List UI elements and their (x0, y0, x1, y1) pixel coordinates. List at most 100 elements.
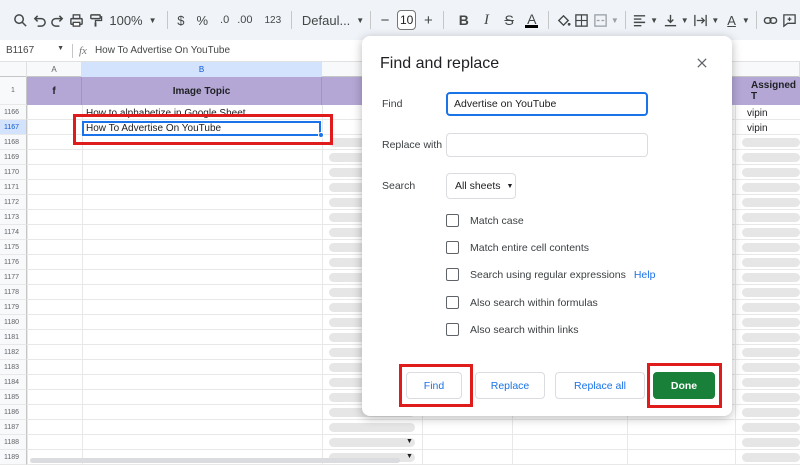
dropdown-caret-icon[interactable]: ▼ (406, 438, 413, 445)
row-header[interactable]: 1180 (0, 315, 27, 330)
dropdown-caret-icon[interactable]: ▼ (406, 453, 413, 460)
dropdown-chip[interactable] (742, 453, 800, 462)
dropdown-chip[interactable] (742, 393, 800, 402)
header-cell-assigned[interactable]: Assigned T (735, 77, 800, 105)
row-header[interactable]: 1172 (0, 195, 27, 210)
match-entire-cell-checkbox[interactable] (446, 241, 459, 254)
row-header[interactable]: 1169 (0, 150, 27, 165)
header-cell-image-topic[interactable]: Image Topic (82, 77, 322, 105)
replace-button[interactable]: Replace (475, 372, 545, 399)
number-format-button[interactable]: 123 (261, 7, 286, 33)
dropdown-chip[interactable] (742, 258, 800, 267)
dropdown-chip[interactable] (742, 348, 800, 357)
redo-button[interactable] (49, 7, 66, 33)
row-header[interactable]: 1188 (0, 435, 27, 450)
dropdown-chip[interactable] (742, 303, 800, 312)
row-header[interactable]: 1177 (0, 270, 27, 285)
search-links-checkbox[interactable] (446, 323, 459, 336)
row-header[interactable]: 1189 (0, 450, 27, 465)
strikethrough-button[interactable]: S (501, 7, 518, 33)
dropdown-chip[interactable] (742, 228, 800, 237)
select-all-corner[interactable] (0, 62, 27, 77)
search-links-option[interactable]: Also search within links (446, 323, 579, 336)
dropdown-chip[interactable] (329, 423, 415, 432)
dropdown-chip[interactable] (742, 243, 800, 252)
cell-assigned-1166[interactable]: vipin (747, 108, 768, 119)
close-button[interactable] (693, 54, 711, 72)
row-header[interactable]: 1167 (0, 120, 27, 135)
row-header[interactable]: 1176 (0, 255, 27, 270)
dropdown-chip[interactable] (742, 198, 800, 207)
decrease-decimal-button[interactable]: .0 (216, 7, 233, 33)
fill-color-button[interactable] (555, 7, 572, 33)
row-header[interactable]: 1175 (0, 240, 27, 255)
cell-assigned-1167[interactable]: vipin (747, 123, 768, 134)
dropdown-chip[interactable] (329, 438, 415, 447)
row-header[interactable]: 1166 (0, 105, 27, 120)
insert-link-button[interactable] (763, 7, 780, 33)
row-header[interactable]: 1170 (0, 165, 27, 180)
regex-checkbox[interactable] (446, 268, 459, 281)
dropdown-chip[interactable] (742, 438, 800, 447)
dropdown-chip[interactable] (742, 138, 800, 147)
formula-input[interactable]: How To Advertise On YouTube (95, 45, 230, 56)
decrease-font-size-button[interactable]: − (377, 7, 394, 33)
font-size-input[interactable]: 10 (397, 10, 416, 30)
increase-font-size-button[interactable]: + (420, 7, 437, 33)
dropdown-chip[interactable] (742, 153, 800, 162)
row-header[interactable]: 1173 (0, 210, 27, 225)
search-menus-button[interactable] (12, 7, 29, 33)
find-input[interactable] (446, 92, 648, 116)
italic-button[interactable]: I (478, 7, 495, 33)
font-family-select[interactable]: Defaul... ▼ (298, 7, 364, 33)
text-rotation-button[interactable]: A (723, 7, 740, 33)
dropdown-chip[interactable] (742, 273, 800, 282)
print-button[interactable] (68, 7, 85, 33)
insert-comment-button[interactable] (781, 7, 798, 33)
replace-input[interactable] (446, 133, 648, 157)
dropdown-chip[interactable] (742, 378, 800, 387)
search-formulas-option[interactable]: Also search within formulas (446, 296, 598, 309)
dropdown-chip[interactable] (742, 423, 800, 432)
horizontal-scrollbar[interactable] (30, 458, 400, 463)
row-header[interactable]: 1179 (0, 300, 27, 315)
dropdown-chip[interactable] (742, 363, 800, 372)
help-link[interactable]: Help (634, 269, 656, 281)
row-header[interactable]: 1182 (0, 345, 27, 360)
currency-format-button[interactable]: $ (173, 7, 188, 33)
row-header[interactable]: 1186 (0, 405, 27, 420)
match-case-option[interactable]: Match case (446, 214, 524, 227)
search-scope-select[interactable]: All sheets ▼ (446, 173, 516, 199)
row-header[interactable]: 1168 (0, 135, 27, 150)
regex-option[interactable]: Search using regular expressions Help (446, 268, 655, 281)
merge-cells-button[interactable] (592, 7, 609, 33)
row-header[interactable]: 1187 (0, 420, 27, 435)
column-header-a[interactable]: A (27, 62, 82, 77)
row-header[interactable]: 1185 (0, 390, 27, 405)
borders-button[interactable] (574, 7, 591, 33)
header-cell-a[interactable]: f (27, 77, 82, 105)
dropdown-chip[interactable] (742, 318, 800, 327)
horizontal-align-button[interactable] (631, 7, 648, 33)
row-header[interactable]: 1183 (0, 360, 27, 375)
match-entire-cell-option[interactable]: Match entire cell contents (446, 241, 589, 254)
increase-decimal-button[interactable]: .00 (233, 7, 256, 33)
column-header-right[interactable] (735, 62, 800, 77)
row-header[interactable]: 1174 (0, 225, 27, 240)
column-header-b[interactable]: B (82, 62, 322, 77)
row-header[interactable]: 1 (0, 77, 27, 105)
vertical-align-button[interactable] (662, 7, 679, 33)
dropdown-chip[interactable] (742, 183, 800, 192)
dropdown-chip[interactable] (742, 288, 800, 297)
dropdown-chip[interactable] (742, 333, 800, 342)
row-header[interactable]: 1184 (0, 375, 27, 390)
percent-format-button[interactable]: % (192, 7, 212, 33)
text-color-button[interactable]: A (523, 7, 540, 33)
text-wrapping-button[interactable] (693, 7, 710, 33)
search-formulas-checkbox[interactable] (446, 296, 459, 309)
row-header[interactable]: 1181 (0, 330, 27, 345)
replace-all-button[interactable]: Replace all (555, 372, 645, 399)
match-case-checkbox[interactable] (446, 214, 459, 227)
row-header[interactable]: 1178 (0, 285, 27, 300)
paint-format-button[interactable] (87, 7, 104, 33)
